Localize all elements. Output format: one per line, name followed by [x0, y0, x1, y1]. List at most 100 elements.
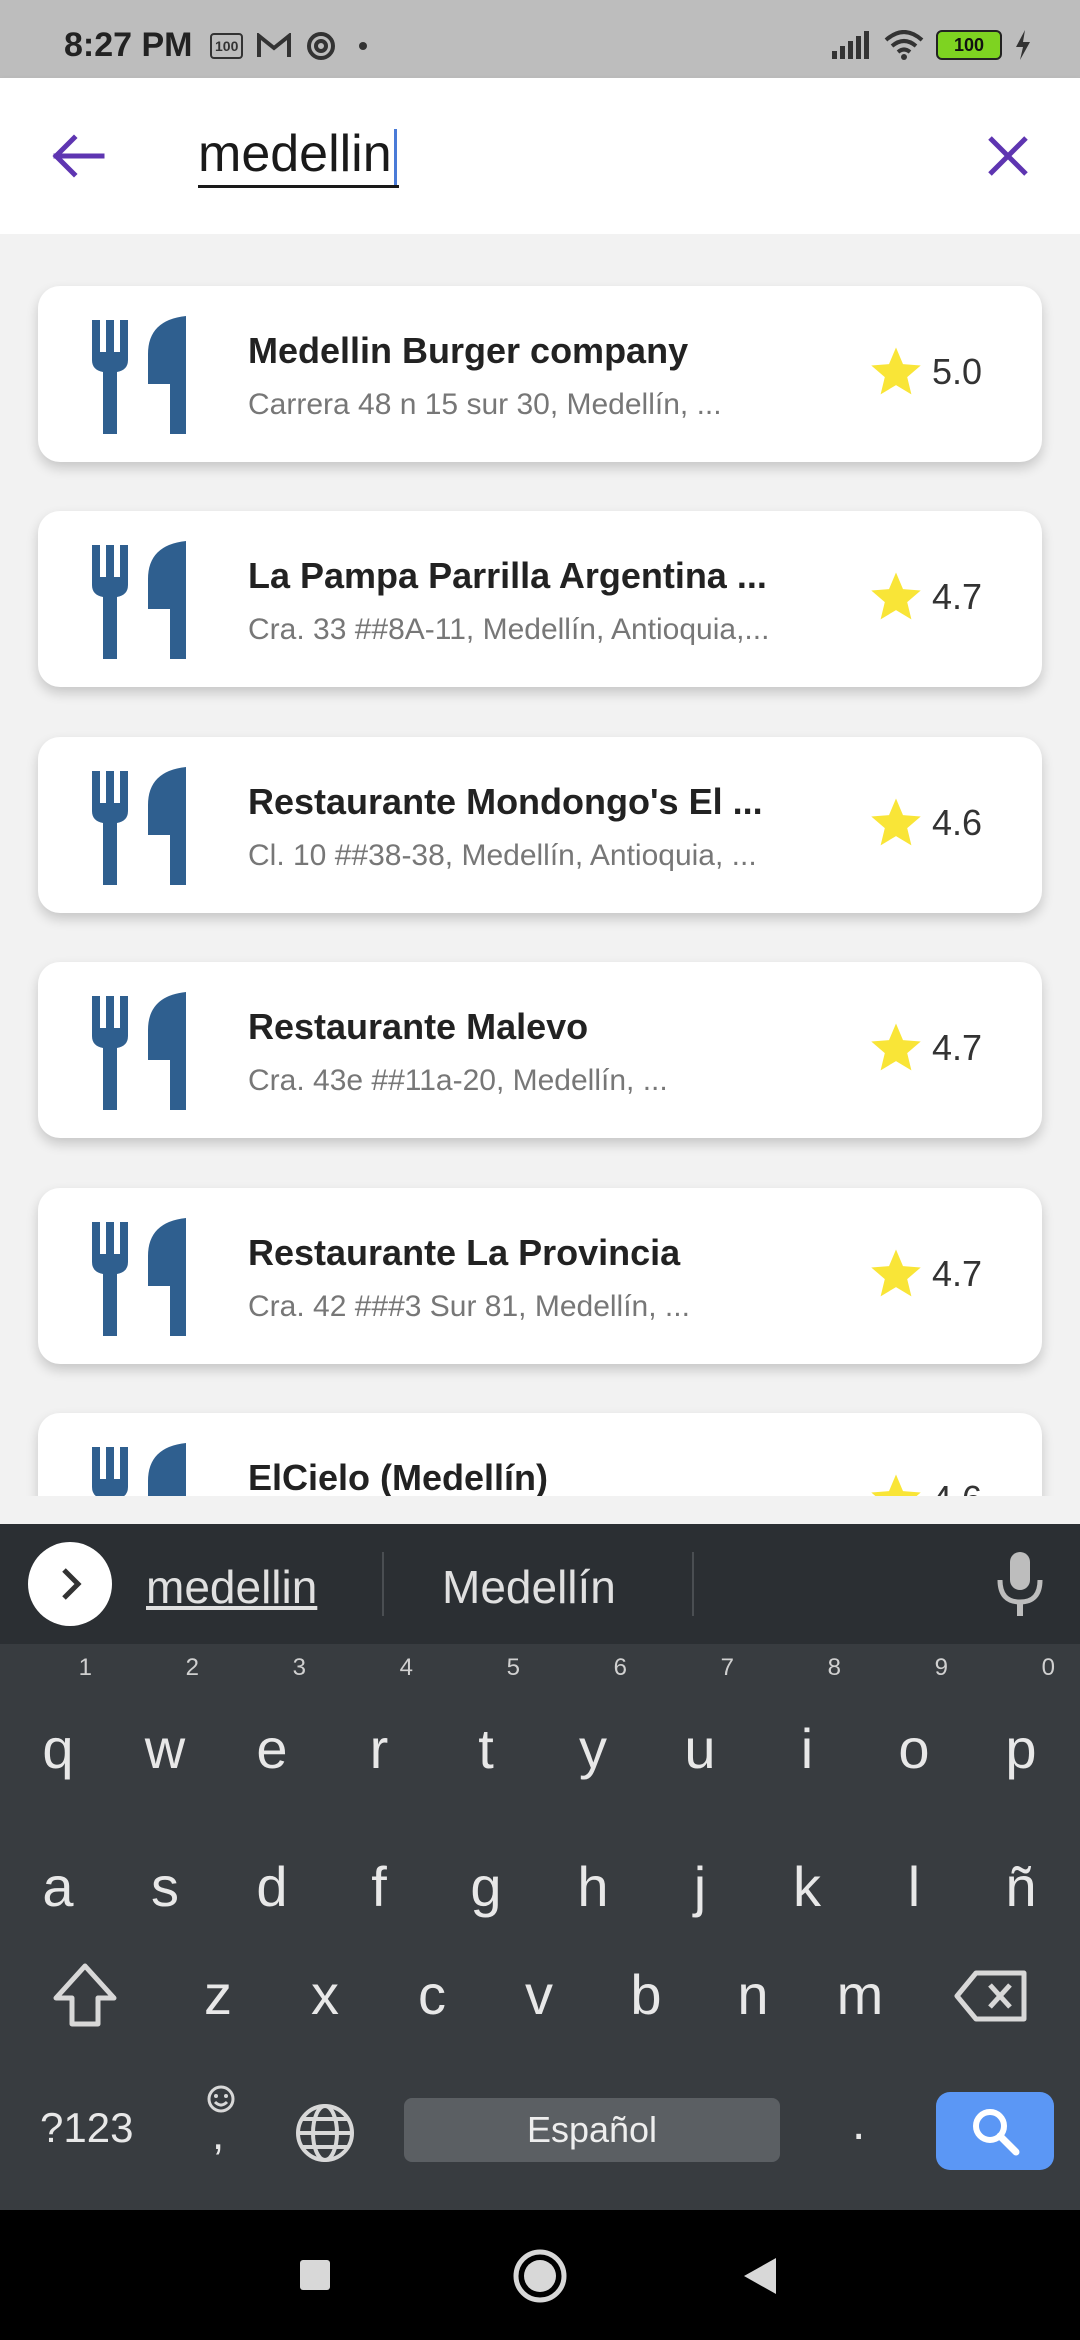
rating-value: 4.7	[931, 576, 982, 617]
result-name: La Pampa Parrilla Argentina ...	[248, 555, 767, 596]
results-list: Medellin Burger company Carrera 48 n 15 …	[0, 234, 1080, 1496]
gmail-icon	[257, 33, 292, 57]
star-icon	[871, 798, 921, 846]
result-rating: 4.7	[868, 1246, 982, 1302]
result-name: Restaurante La Provincia	[248, 1232, 681, 1273]
suggestion-1[interactable]: medellin	[146, 1560, 317, 1614]
rating-value: 4.6	[931, 802, 982, 843]
key-z[interactable]: z	[164, 1930, 272, 2060]
result-rating: 4.7	[868, 569, 982, 625]
charging-icon	[1016, 30, 1030, 60]
restaurant-utensils-icon	[92, 1443, 186, 1496]
result-name: Restaurante Mondongo's El ...	[248, 781, 763, 822]
status-system-icons: 100	[832, 30, 1032, 60]
suggestion-2[interactable]: Medellín	[442, 1560, 616, 1614]
result-address: Cra. 33 ##8A-11, Medellín, Antioquia,...	[248, 613, 770, 646]
back-arrow-icon[interactable]	[46, 124, 110, 188]
backspace-icon[interactable]	[954, 1970, 1028, 2022]
result-rating: 4.6	[868, 1471, 982, 1496]
system-navigation-bar	[0, 2210, 1080, 2340]
clear-search-icon[interactable]	[980, 128, 1036, 184]
search-header: medellin	[0, 78, 1080, 234]
search-icon	[973, 2109, 1020, 2156]
rating-value: 4.7	[931, 1253, 982, 1294]
text-cursor	[393, 129, 397, 186]
rating-value: 5.0	[931, 351, 982, 392]
suggestion-divider	[692, 1552, 694, 1616]
result-card[interactable]: Medellin Burger company Carrera 48 n 15 …	[38, 286, 1042, 462]
result-card[interactable]: Restaurante Mondongo's El ... Cl. 10 ##3…	[38, 737, 1042, 913]
key-n[interactable]: n	[699, 1930, 807, 2060]
globe-icon[interactable]	[294, 2102, 356, 2164]
result-card[interactable]: La Pampa Parrilla Argentina ... Cra. 33 …	[38, 511, 1042, 687]
symbols-key[interactable]: ?123	[40, 2104, 133, 2152]
back-nav-icon[interactable]	[740, 2256, 778, 2296]
result-card[interactable]: Restaurante Malevo Cra. 43e ##11a-20, Me…	[38, 962, 1042, 1138]
shift-icon[interactable]	[50, 1962, 120, 2028]
key-a[interactable]: a	[4, 1822, 112, 1952]
restaurant-utensils-icon	[92, 316, 186, 434]
home-icon[interactable]	[512, 2248, 568, 2304]
status-notification-icons: 100	[210, 30, 368, 62]
key-t[interactable]: t5	[432, 1656, 540, 1814]
key-x[interactable]: x	[271, 1930, 379, 2060]
restaurant-utensils-icon	[92, 1218, 186, 1336]
key-p[interactable]: p0	[967, 1656, 1075, 1814]
spacebar[interactable]: Español	[404, 2098, 780, 2162]
key-v[interactable]: v	[485, 1930, 593, 2060]
star-icon	[871, 1249, 921, 1297]
key-o[interactable]: o9	[860, 1656, 968, 1814]
at-sign-icon	[307, 32, 336, 60]
microphone-icon[interactable]	[990, 1550, 1050, 1618]
signal-icon	[832, 31, 869, 59]
result-name: Medellin Burger company	[248, 330, 689, 371]
star-icon	[871, 347, 921, 395]
keyboard-search-button[interactable]	[936, 2092, 1054, 2170]
result-rating: 4.6	[868, 795, 982, 851]
key-c[interactable]: c	[378, 1930, 486, 2060]
result-card[interactable]: ElCielo (Medellín) 4.6	[38, 1413, 1042, 1496]
star-icon	[871, 1023, 921, 1071]
expand-toolbar-button[interactable]	[28, 1542, 112, 1626]
period-key[interactable]: .	[852, 2096, 865, 2151]
restaurant-utensils-icon	[92, 992, 186, 1110]
restaurant-utensils-icon	[92, 767, 186, 885]
key-u[interactable]: u7	[646, 1656, 754, 1814]
restaurant-utensils-icon	[92, 541, 186, 659]
key-n-tilde[interactable]: ñ	[967, 1822, 1075, 1952]
wifi-icon	[884, 30, 924, 60]
key-q[interactable]: q1	[4, 1656, 112, 1814]
search-query-text: medellin	[198, 125, 392, 183]
suggestion-divider	[382, 1552, 384, 1616]
result-address: Carrera 48 n 15 sur 30, Medellín, ...	[248, 388, 722, 421]
emoji-comma-key[interactable]: ,	[196, 2084, 246, 2164]
chevron-right-icon	[62, 1568, 82, 1600]
star-icon	[871, 572, 921, 620]
key-w[interactable]: w2	[111, 1656, 219, 1814]
key-y[interactable]: y6	[539, 1656, 647, 1814]
key-m[interactable]: m	[806, 1930, 914, 2060]
result-rating: 5.0	[868, 344, 982, 400]
result-card[interactable]: Restaurante La Provincia Cra. 42 ###3 Su…	[38, 1188, 1042, 1364]
on-screen-keyboard: q1 w2 e3 r4 t5 y6 u7 i8 o9 p0 a s d f g …	[0, 1644, 1080, 2210]
rating-value: 4.7	[931, 1027, 982, 1068]
more-notifications-dot	[359, 42, 368, 50]
battery-icon: 100	[936, 30, 1002, 60]
rating-value: 4.6	[932, 1478, 982, 1496]
result-name: ElCielo (Medellín)	[248, 1457, 549, 1496]
comma-label: ,	[212, 2110, 225, 2159]
result-address: Cra. 43e ##11a-20, Medellín, ...	[248, 1064, 668, 1097]
result-rating: 4.7	[868, 1020, 982, 1076]
search-input[interactable]: medellin	[198, 124, 399, 189]
status-bar: 8:27 PM 100 100	[0, 0, 1080, 78]
star-icon	[871, 1474, 921, 1496]
status-time: 8:27 PM	[64, 26, 193, 64]
result-address: Cra. 42 ###3 Sur 81, Medellín, ...	[248, 1290, 690, 1323]
notification-badge-icon: 100	[210, 33, 244, 59]
key-e[interactable]: e3	[218, 1656, 326, 1814]
result-address: Cl. 10 ##38-38, Medellín, Antioquia, ...	[248, 839, 757, 872]
key-b[interactable]: b	[592, 1930, 700, 2060]
key-i[interactable]: i8	[753, 1656, 861, 1814]
recent-apps-icon[interactable]	[298, 2258, 332, 2292]
key-r[interactable]: r4	[325, 1656, 433, 1814]
